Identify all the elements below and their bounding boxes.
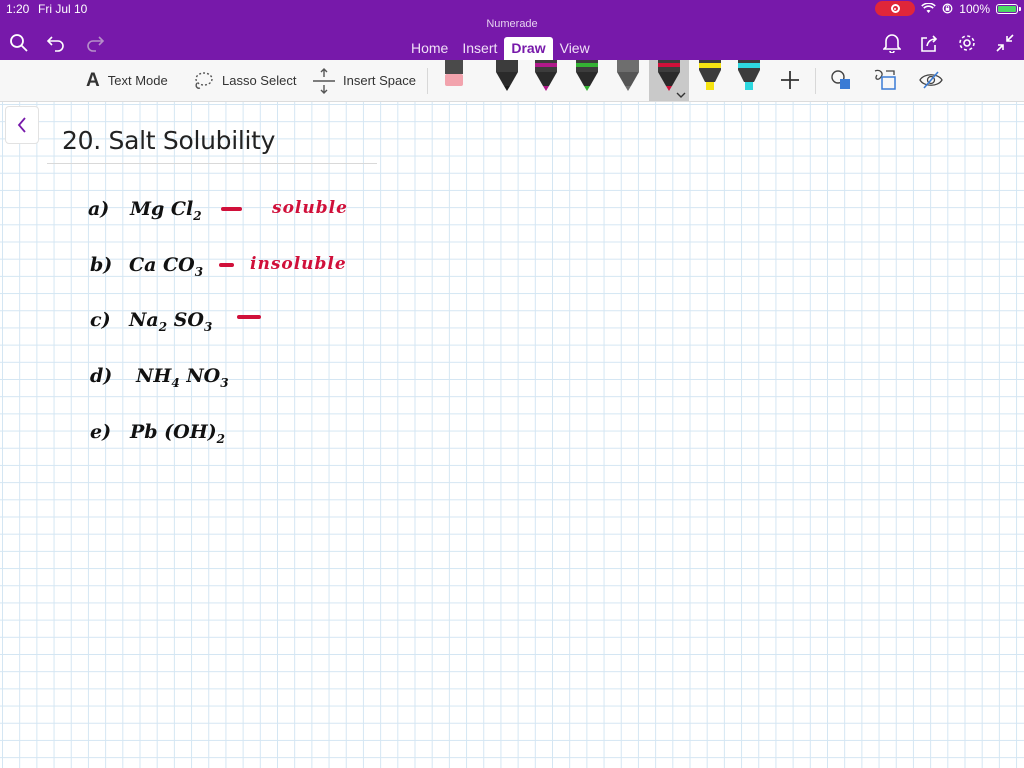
pen-red-tool[interactable] <box>649 60 689 101</box>
pen-gray-tool[interactable] <box>610 60 646 101</box>
redo-icon[interactable] <box>84 32 106 54</box>
gray-pen-icon <box>617 60 639 91</box>
gear-icon[interactable] <box>956 32 978 54</box>
undo-icon[interactable] <box>45 32 67 54</box>
insert-space-icon <box>313 67 335 94</box>
answer-dash <box>237 315 261 319</box>
app-title: Numerade <box>486 18 538 30</box>
search-icon[interactable] <box>8 32 30 54</box>
formula-text: Ca CO <box>129 254 195 276</box>
plus-icon <box>781 71 799 89</box>
record-icon <box>890 4 900 13</box>
insert-space-label: Insert Space <box>343 73 416 88</box>
ribbon-divider <box>427 68 428 94</box>
pen-black-tool[interactable] <box>489 60 525 101</box>
formula-subscript: 2 <box>158 320 168 334</box>
tab-draw[interactable]: Draw <box>504 37 553 60</box>
formula-text: SO <box>173 309 204 331</box>
yellow-highlighter-icon <box>699 60 721 90</box>
wifi-icon <box>921 3 937 13</box>
item-e-label: e) <box>90 421 112 443</box>
ink-replay-button[interactable] <box>913 60 949 101</box>
insert-space-button[interactable]: Insert Space <box>313 60 416 101</box>
app-header: 1:20 Fri Jul 10 Numerade 100% Home Inser… <box>0 0 1024 60</box>
formula-text: Pb (OH) <box>130 421 217 443</box>
status-indicators: 100% <box>875 1 1021 16</box>
share-icon[interactable] <box>918 32 940 54</box>
formula-subscript: 3 <box>194 265 204 279</box>
lasso-select-button[interactable]: Lasso Select <box>192 60 296 101</box>
formula-subscript: 4 <box>171 376 180 390</box>
bell-icon[interactable] <box>881 32 903 54</box>
page-title[interactable]: 20. Salt Solubility <box>62 126 275 155</box>
battery-percent: 100% <box>959 1 990 16</box>
answer-dash <box>219 263 234 267</box>
screen-recording-indicator[interactable] <box>875 1 916 16</box>
item-b-formula: Ca CO3 <box>129 254 203 279</box>
back-button[interactable] <box>5 106 39 144</box>
shapes-button[interactable] <box>823 60 859 101</box>
item-d-label: d) <box>90 365 113 387</box>
tab-home[interactable]: Home <box>404 37 455 60</box>
item-a-formula: Mg Cl2 <box>130 198 202 223</box>
ribbon-tabs: Home Insert Draw View <box>404 37 597 60</box>
text-mode-label: Text Mode <box>107 73 168 88</box>
ink-replay-icon <box>919 71 943 89</box>
text-mode-icon: A <box>86 69 100 91</box>
answer-dash <box>221 207 242 211</box>
item-b-answer: insoluble <box>250 254 347 274</box>
formula-text: NH <box>136 365 172 387</box>
pen-magenta-tool[interactable] <box>528 60 564 101</box>
item-e-formula: Pb (OH)2 <box>130 421 225 446</box>
formula-subscript: 2 <box>216 432 226 446</box>
eraser-icon <box>445 60 463 86</box>
chevron-down-icon[interactable] <box>676 92 686 98</box>
item-a-answer: soluble <box>272 198 348 218</box>
item-c-label: c) <box>90 309 111 331</box>
pen-green-tool[interactable] <box>569 60 605 101</box>
draw-ribbon: A Text Mode Lasso Select Insert Space <box>0 60 1024 102</box>
add-pen-button[interactable] <box>772 60 808 101</box>
item-b-label: b) <box>90 254 113 276</box>
magenta-pen-icon <box>535 60 557 91</box>
red-pen-icon <box>658 60 680 91</box>
formula-subscript: 3 <box>220 376 229 390</box>
ribbon-divider <box>815 68 816 94</box>
black-pen-icon <box>496 60 518 91</box>
item-a-label: a) <box>88 198 110 220</box>
battery-icon <box>996 3 1021 14</box>
item-d-formula: NH4 NO3 <box>136 365 229 390</box>
lasso-icon <box>195 71 213 89</box>
highlighter-cyan-tool[interactable] <box>731 60 767 101</box>
chevron-left-icon <box>17 117 26 133</box>
title-underline <box>47 163 377 164</box>
highlighter-yellow-tool[interactable] <box>692 60 728 101</box>
formula-text: NO <box>186 365 221 387</box>
orientation-lock-icon <box>942 3 953 14</box>
formula-text: Mg Cl <box>130 198 194 220</box>
status-date: Fri Jul 10 <box>38 2 88 16</box>
tab-insert[interactable]: Insert <box>455 37 504 60</box>
ink-to-shape-button[interactable] <box>867 60 903 101</box>
shapes-icon <box>831 70 850 89</box>
ink-to-shape-icon <box>874 69 896 90</box>
formula-subscript: 3 <box>203 320 213 334</box>
eraser-tool[interactable] <box>436 60 472 101</box>
collapse-icon[interactable] <box>994 32 1016 54</box>
formula-subscript: 2 <box>193 209 202 223</box>
formula-text: Na <box>129 309 159 331</box>
lasso-select-label: Lasso Select <box>222 73 297 88</box>
cyan-highlighter-icon <box>738 60 760 90</box>
tab-view[interactable]: View <box>553 37 597 60</box>
text-mode-button[interactable]: A Text Mode <box>86 60 168 101</box>
status-time: 1:20 <box>6 2 30 16</box>
green-pen-icon <box>576 60 598 91</box>
item-c-formula: Na2 SO3 <box>129 309 212 334</box>
